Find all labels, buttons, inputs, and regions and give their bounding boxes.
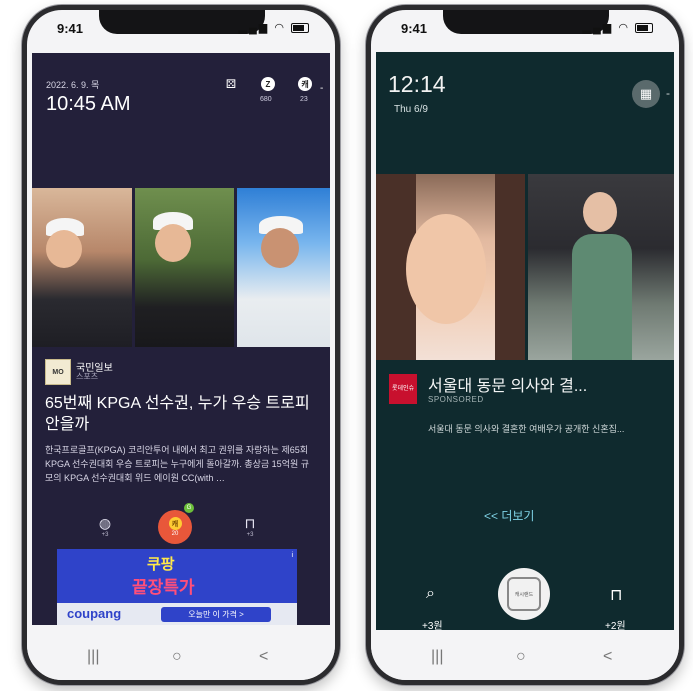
sponsor-logo: 롯데인슈 bbox=[389, 374, 417, 404]
nav-bar: ||| ○ < bbox=[371, 630, 679, 680]
center-reward-button[interactable]: 캐 20 bbox=[158, 510, 192, 544]
z-coin-count: 680 bbox=[260, 96, 272, 103]
news-image[interactable] bbox=[32, 188, 330, 347]
date-text: 2022. 6. 9. 목 bbox=[46, 80, 100, 90]
status-time: 9:41 bbox=[401, 21, 428, 36]
wifi-icon: ◠ bbox=[274, 22, 286, 34]
cashland-label: 캐시랜드 bbox=[507, 577, 541, 611]
actress-photo-1 bbox=[376, 174, 525, 360]
status-icons: ▂▄▆ ◠ bbox=[239, 21, 309, 34]
recents-button[interactable]: ||| bbox=[431, 648, 443, 666]
unlock-icon[interactable]: ⊓ bbox=[610, 585, 622, 605]
signal-icon: ▂▄▆ bbox=[238, 22, 270, 34]
ad-image[interactable] bbox=[376, 174, 674, 360]
golfer-photo-1 bbox=[32, 188, 132, 347]
home-button[interactable]: ○ bbox=[172, 648, 182, 666]
status-icons: ▂▄▆ ◠ bbox=[583, 21, 653, 34]
date-text: Thu 6/9 bbox=[394, 104, 428, 115]
right-phone: 9:41 ▂▄▆ ◠ 12:14 Thu 6/9 ▦ - 롯데인슈 서울대 동문… bbox=[366, 5, 684, 685]
search-icon[interactable]: ⌕ bbox=[426, 585, 435, 603]
unlock-icon[interactable]: ⊓ bbox=[240, 515, 260, 532]
golfer-photo-2 bbox=[134, 188, 235, 347]
more-dash: - bbox=[666, 86, 670, 100]
back-button[interactable]: < bbox=[259, 648, 268, 666]
grid-icon[interactable]: ▦ bbox=[632, 80, 660, 108]
home-button[interactable]: ○ bbox=[516, 648, 526, 666]
sponsored-label: SPONSORED bbox=[428, 395, 484, 404]
battery-icon bbox=[291, 23, 309, 34]
z-coin-icon[interactable]: Z bbox=[261, 77, 275, 91]
actress-photo-2 bbox=[527, 174, 674, 360]
globe-icon[interactable]: ◍ bbox=[95, 515, 115, 532]
more-dash: - bbox=[320, 83, 324, 94]
cash-coin-icon[interactable]: 캐 bbox=[298, 77, 312, 91]
ad-line-2: 끝장특가 bbox=[132, 578, 195, 597]
ad-cta-button[interactable]: 오늘만 이 가격 > bbox=[161, 607, 271, 622]
ad-banner[interactable]: i 쿠팡 끝장특가 coupang 오늘만 이 가격 > bbox=[57, 549, 297, 625]
cash-coin-icon: 캐 bbox=[168, 517, 182, 530]
back-button[interactable]: < bbox=[603, 648, 612, 666]
clock: 12:14 bbox=[388, 71, 446, 97]
recents-button[interactable]: ||| bbox=[87, 648, 99, 666]
publisher-section: 스포츠 bbox=[76, 372, 99, 381]
ad-brand: coupang bbox=[67, 606, 122, 621]
wifi-icon: ◠ bbox=[618, 22, 630, 34]
nav-bar: ||| ○ < bbox=[27, 630, 335, 680]
golfer-photo-3 bbox=[237, 188, 330, 347]
clock: 10:45 AM bbox=[46, 93, 131, 115]
reward-count: 20 bbox=[171, 531, 179, 537]
news-headline[interactable]: 65번째 KPGA 선수권, 누가 우승 트로피 안을까 bbox=[45, 393, 317, 435]
bonus-badge: G bbox=[184, 503, 194, 513]
ad-info-icon[interactable]: i bbox=[291, 552, 293, 559]
lockscreen-right: 12:14 Thu 6/9 ▦ - 롯데인슈 서울대 동문 의사와 결... S… bbox=[376, 52, 674, 632]
more-link[interactable]: << 더보기 bbox=[484, 507, 534, 524]
globe-reward: +3 bbox=[101, 532, 109, 538]
signal-icon: ▂▄▆ bbox=[582, 22, 614, 34]
lockscreen-left: 2022. 6. 9. 목 10:45 AM ⚄ Z 680 캐 23 - MO… bbox=[32, 53, 330, 625]
ad-description[interactable]: 서울대 동문 의사와 결혼한 여배우가 공개한 신혼집... bbox=[428, 422, 668, 435]
left-phone: 9:41 ▂▄▆ ◠ 2022. 6. 9. 목 10:45 AM ⚄ Z 68… bbox=[22, 5, 340, 685]
unlock-center-button[interactable]: 캐시랜드 bbox=[498, 568, 550, 620]
gamepad-icon[interactable]: ⚄ bbox=[224, 77, 238, 91]
unlock-reward: +3 bbox=[246, 532, 254, 538]
news-summary[interactable]: 한국프로골프(KPGA) 코리안투어 내에서 최고 권위를 자랑하는 제65회 … bbox=[45, 443, 317, 485]
status-time: 9:41 bbox=[57, 21, 84, 36]
cash-coin-count: 23 bbox=[300, 96, 308, 103]
battery-icon bbox=[635, 23, 653, 34]
publisher-logo: MO bbox=[45, 359, 71, 385]
ad-line-1: 쿠팡 bbox=[147, 556, 175, 573]
ad-title[interactable]: 서울대 동문 의사와 결... bbox=[428, 372, 587, 396]
